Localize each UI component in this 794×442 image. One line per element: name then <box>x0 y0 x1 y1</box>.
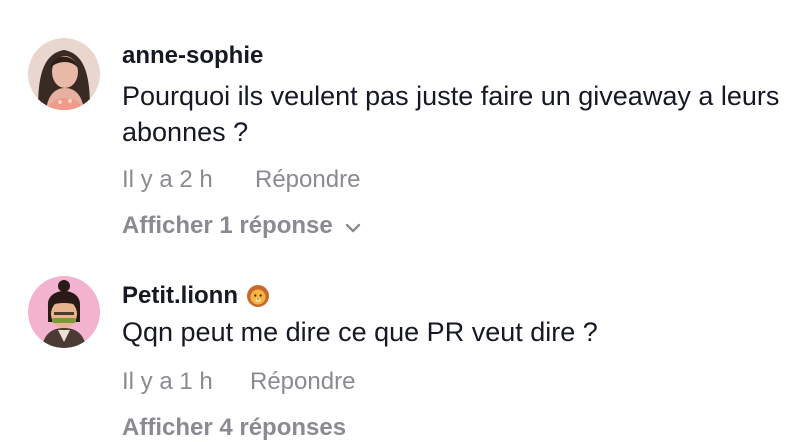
avatar[interactable] <box>28 38 100 110</box>
comment-username[interactable]: Petit.lionn <box>122 282 270 310</box>
comment-text: Qqn peut me dire ce que PR veut dire ? <box>122 317 598 347</box>
username-text[interactable]: Petit.lionn <box>122 282 238 310</box>
view-replies-button[interactable]: Afficher 1 réponse <box>122 212 361 240</box>
cartoon-avatar-icon <box>28 276 100 348</box>
reply-button[interactable]: Répondre <box>255 166 360 194</box>
view-replies-label[interactable]: Afficher 4 réponses <box>122 414 346 442</box>
view-replies-label[interactable]: Afficher 1 réponse <box>122 212 333 240</box>
view-replies-button[interactable]: Afficher 4 réponses <box>122 414 346 442</box>
comment-text: Pourquoi ils veulent pas juste faire un … <box>122 81 780 147</box>
profile-photo-icon <box>28 38 100 110</box>
chevron-down-icon <box>345 212 361 240</box>
comment-username[interactable]: anne-sophie <box>122 42 263 70</box>
comment-timestamp: Il y a 2 h <box>122 166 213 193</box>
username-text[interactable]: anne-sophie <box>122 42 263 70</box>
avatar[interactable] <box>28 276 100 348</box>
comment-timestamp: Il y a 1 h <box>122 368 213 395</box>
reply-button[interactable]: Répondre <box>250 368 355 396</box>
lion-face-emoji-icon <box>246 284 270 308</box>
